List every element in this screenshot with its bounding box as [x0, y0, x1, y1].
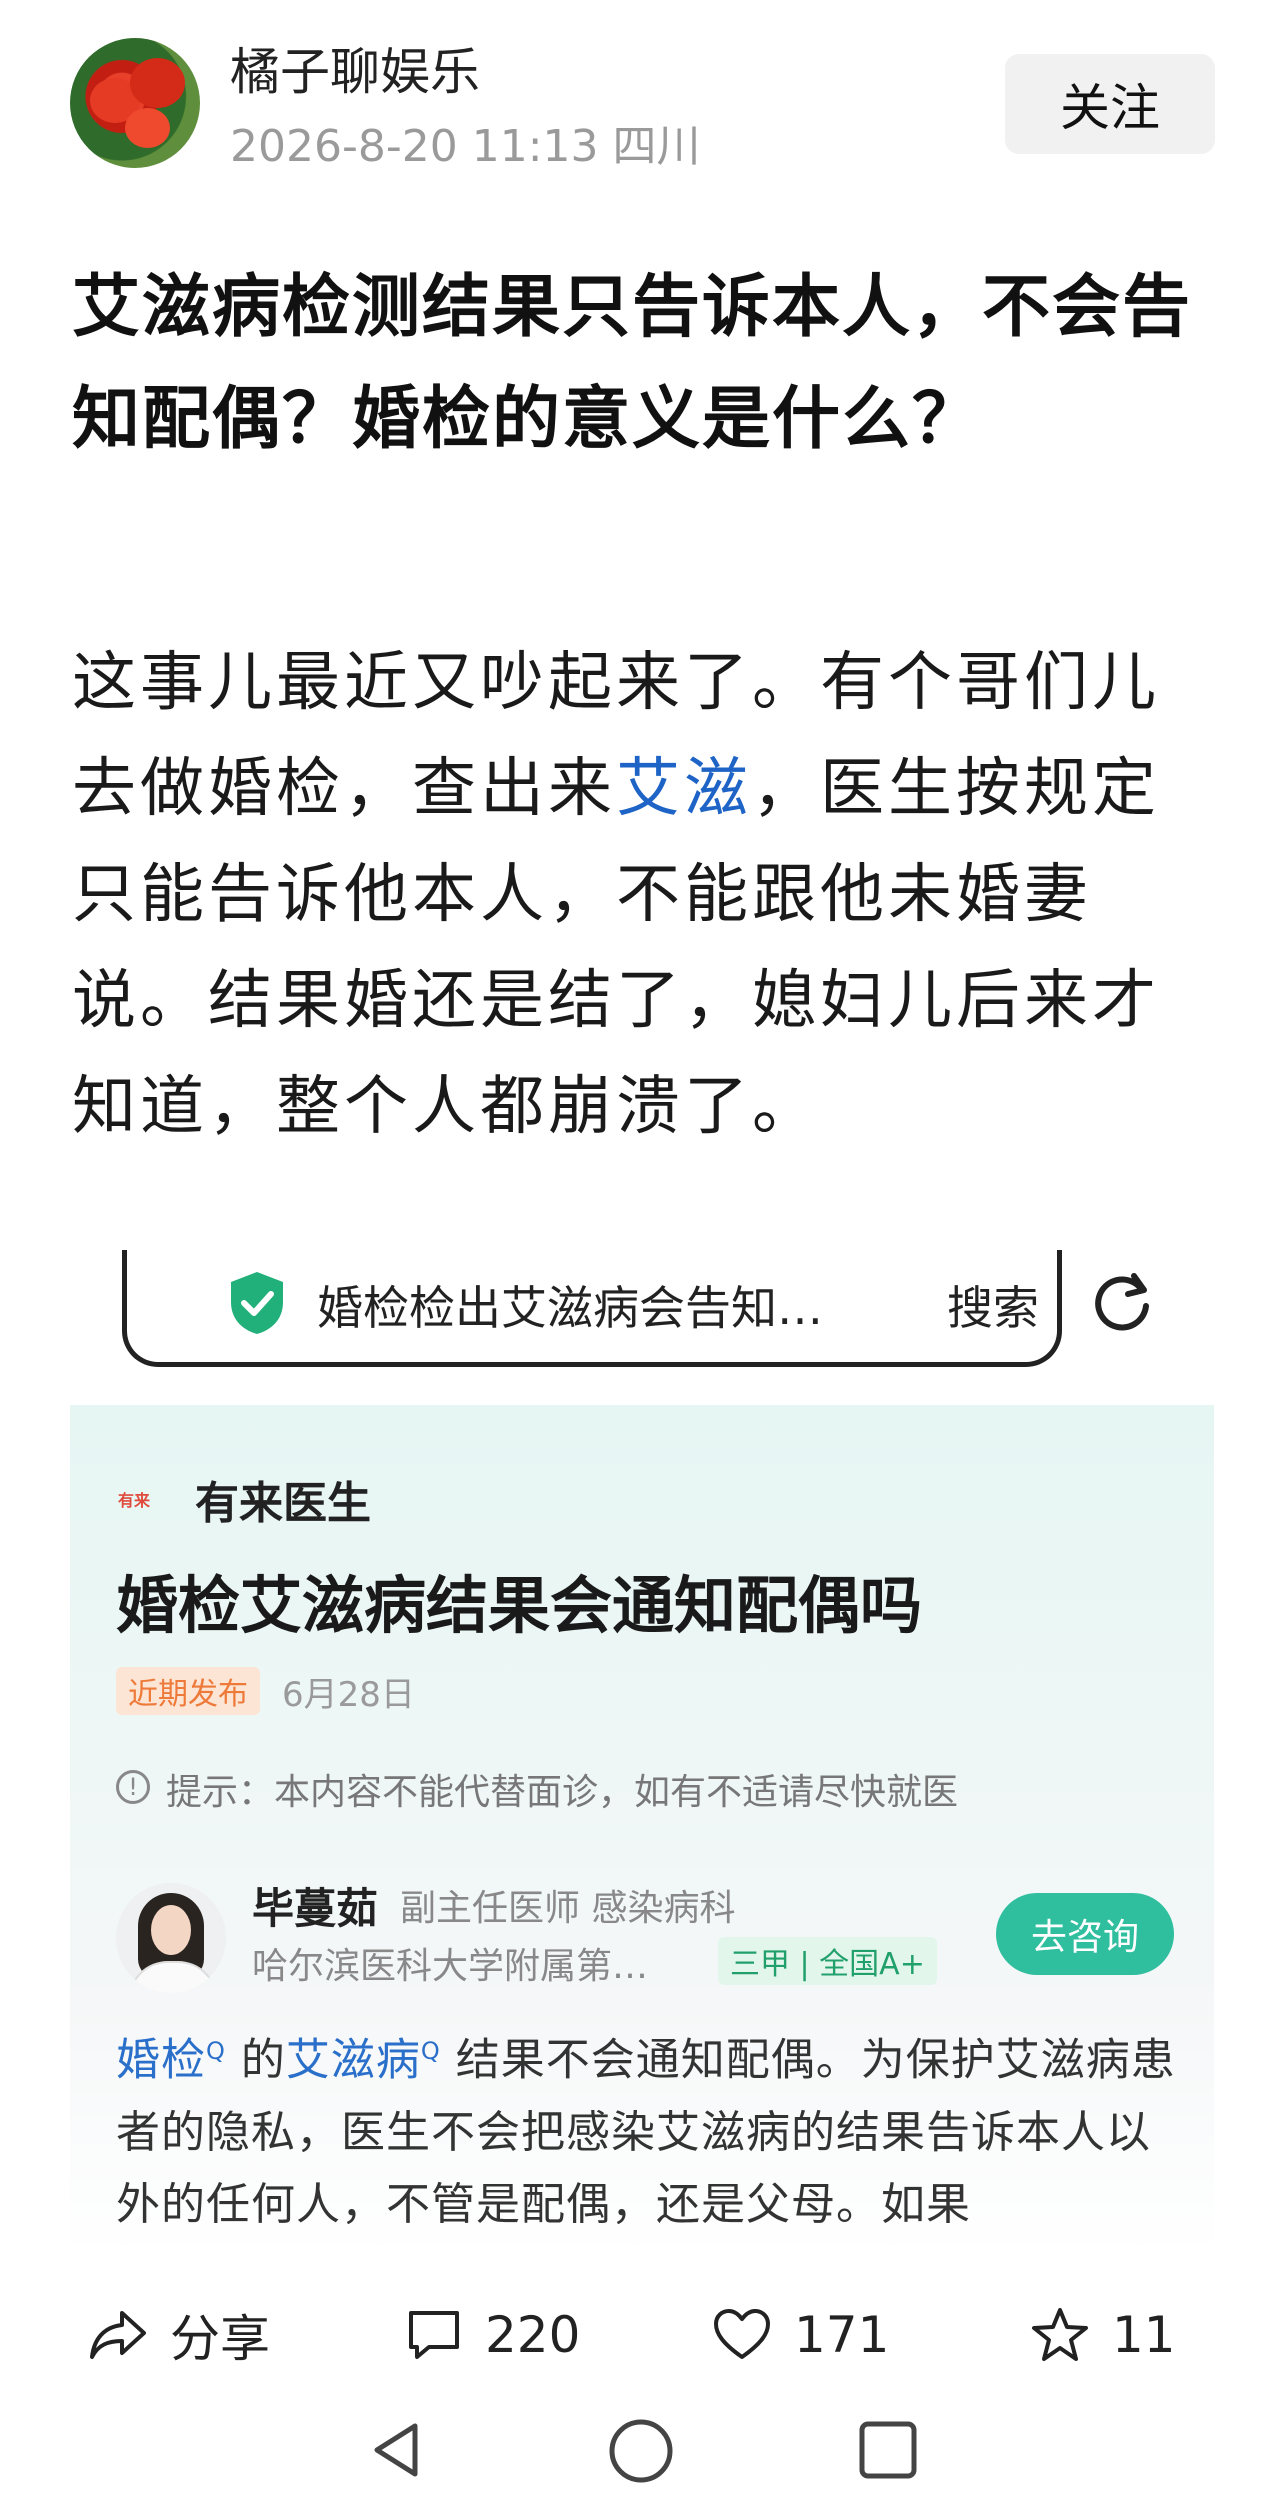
doctor-avatar[interactable] — [116, 1883, 226, 1993]
post-meta: 2026-8-20 11:13 四川 — [230, 121, 701, 172]
article-body: 这事儿最近又吵起来了。有个哥们儿去做婚检，查出来艾滋，医生按规定只能告诉他本人，… — [72, 630, 1222, 1160]
favorite-button[interactable]: 11 — [1030, 2290, 1176, 2380]
consult-button[interactable]: 去咨询 — [996, 1893, 1174, 1975]
keyword-link[interactable]: 艾滋 — [616, 752, 752, 826]
comment-count: 220 — [485, 2306, 581, 2364]
action-bar: 分享 220 171 11 — [0, 2290, 1280, 2380]
search-bar[interactable]: 婚检检出艾滋病会告知… 搜索 — [122, 1250, 1062, 1367]
info-icon: ! — [116, 1770, 150, 1804]
share-button[interactable]: 分享 — [88, 2290, 270, 2380]
like-button[interactable]: 171 — [712, 2290, 889, 2380]
answer-text: 婚检Q 的艾滋病Q 结果不会通知配偶。为保护艾滋病患者的隐私，医生不会把感染艾滋… — [116, 2034, 1176, 2230]
search-button[interactable]: 搜索 — [947, 1272, 1039, 1338]
brand-logo: 有来 — [118, 1491, 151, 1510]
card-title[interactable]: 婚检艾滋病结果会通知配偶吗 — [116, 1555, 922, 1645]
keyword-marriage-check[interactable]: 婚检 — [116, 2035, 206, 2086]
refresh-icon[interactable] — [1090, 1268, 1156, 1334]
follow-button[interactable]: 关注 — [1005, 54, 1215, 154]
heart-icon — [714, 2309, 770, 2359]
hospital-badge: 三甲 | 全国A+ — [718, 1937, 937, 1985]
publish-date: 6月28日 — [282, 1675, 415, 1715]
author-name[interactable]: 橘子聊娱乐 — [230, 32, 480, 104]
doctor-hospital: 哈尔滨医科大学附属第… — [252, 1946, 649, 1987]
like-count: 171 — [794, 2306, 890, 2364]
system-nav-bar — [0, 2400, 1280, 2498]
doctor-title: 副主任医师 感染病科 — [400, 1888, 736, 1929]
brand-name: 有来医生 — [195, 1478, 371, 1529]
comment-icon — [409, 2311, 459, 2359]
embedded-screenshot[interactable]: 婚检检出艾滋病会告知… 搜索 有来 有来医生 婚检艾滋病结果会通知配偶吗 近期发… — [70, 1250, 1214, 2255]
search-small-icon: Q — [420, 2037, 441, 2065]
result-card[interactable]: 有来 有来医生 婚检艾滋病结果会通知配偶吗 近期发布 6月28日 ! 提示：本内… — [70, 1405, 1214, 2255]
author-avatar[interactable] — [70, 38, 200, 168]
comment-button[interactable]: 220 — [405, 2290, 580, 2380]
answer-rest: 结果不会通知配偶。为保护艾滋病患者的隐私，医生不会把感染艾滋病的结果告诉本人以外… — [116, 2034, 1176, 2230]
recent-badge: 近期发布 — [116, 1667, 260, 1715]
share-icon — [90, 2311, 146, 2359]
star-icon — [1032, 2308, 1088, 2361]
share-label: 分享 — [170, 2310, 270, 2368]
doctor-name: 毕蔓茹 — [252, 1884, 379, 1933]
shield-check-icon — [231, 1272, 283, 1334]
search-small-icon: Q — [206, 2037, 226, 2065]
article-title: 艾滋病检测结果只告诉本人，不会告知配偶？婚检的意义是什么？ — [72, 268, 1193, 459]
home-icon[interactable] — [608, 2418, 674, 2484]
keyword-aids[interactable]: 艾滋病 — [286, 2035, 421, 2086]
favorite-count: 11 — [1112, 2306, 1176, 2364]
recent-apps-icon[interactable] — [856, 2418, 920, 2482]
search-query[interactable]: 婚检检出艾滋病会告知… — [317, 1272, 823, 1338]
disclaimer-tip: 提示：本内容不能代替面诊，如有不适请尽快就医 — [166, 1772, 959, 1813]
back-icon[interactable] — [365, 2418, 429, 2482]
